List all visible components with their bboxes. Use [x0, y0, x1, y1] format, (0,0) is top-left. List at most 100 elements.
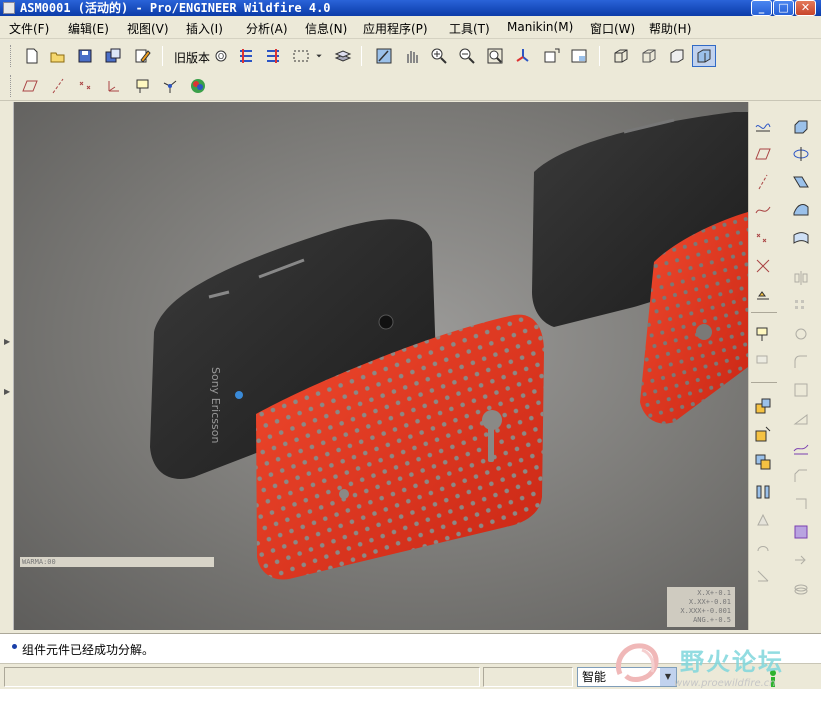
no-hidden-icon[interactable]: [665, 45, 689, 67]
regenerate-icon[interactable]: [234, 45, 258, 67]
zoom-in-icon[interactable]: [427, 45, 451, 67]
window-bottom-edge: [0, 689, 821, 705]
zoom-fit-icon[interactable]: [483, 45, 507, 67]
phone-brand-text: Sony Ericsson: [209, 367, 222, 443]
round-icon: [789, 350, 813, 374]
menu-help[interactable]: 帮助(H): [649, 20, 691, 37]
revolve-icon[interactable]: [789, 142, 813, 166]
orient-icon[interactable]: [511, 45, 535, 67]
boundary-icon[interactable]: [789, 226, 813, 250]
annotation-icon[interactable]: [751, 322, 775, 346]
spin-center-icon[interactable]: [158, 75, 182, 97]
menu-insert[interactable]: 插入(I): [186, 20, 223, 37]
svg-text:O: O: [218, 52, 224, 61]
repaint-icon[interactable]: [372, 45, 396, 67]
appearance-icon[interactable]: [186, 75, 210, 97]
expand-arrow-icon[interactable]: ▶: [4, 387, 10, 396]
datum-plane-display-icon[interactable]: [18, 75, 42, 97]
datum-axis-icon[interactable]: [751, 170, 775, 194]
menu-applications[interactable]: 应用程序(P): [363, 20, 428, 37]
datum-curve-icon[interactable]: [751, 198, 775, 222]
tolerance-line: ANG.+-0.5: [693, 616, 731, 624]
mirror-icon: [751, 508, 775, 532]
extrude-icon[interactable]: [789, 114, 813, 138]
point-display-icon[interactable]: [74, 75, 98, 97]
status-cell: [483, 667, 573, 687]
tolerance-table: X.X+-0.1 X.XX+-0.01 X.XXX+-0.001 ANG.+-0…: [667, 587, 735, 627]
right-toolbar: [748, 102, 821, 630]
hidden-line-icon[interactable]: [637, 45, 661, 67]
shading-icon[interactable]: [692, 45, 716, 67]
menu-analysis[interactable]: 分析(A): [246, 20, 288, 37]
datum-csys-icon[interactable]: [751, 254, 775, 278]
pattern-icon: [789, 294, 813, 318]
main-toolbar: 旧版本 O: [0, 41, 821, 71]
save-icon[interactable]: [73, 45, 97, 67]
graphics-viewport[interactable]: Sony Ericsson WARMA:00 X.X+-0.1 X.XX+-0.…: [14, 102, 748, 630]
menu-manikin[interactable]: Manikin(M): [507, 20, 573, 34]
explode-icon[interactable]: [751, 480, 775, 504]
pan-icon[interactable]: [400, 45, 424, 67]
zoom-out-icon[interactable]: [455, 45, 479, 67]
tolerance-line: X.X+-0.1: [697, 589, 731, 597]
rib-icon: [789, 406, 813, 430]
maximize-button[interactable]: □: [773, 0, 794, 16]
select-box-icon[interactable]: [289, 45, 313, 67]
filter-value: 智能: [582, 670, 607, 684]
datum-point-icon[interactable]: [751, 226, 775, 250]
menu-edit[interactable]: 编辑(E): [68, 20, 109, 37]
draft-icon[interactable]: [789, 436, 813, 460]
status-bar: 智能 ▼: [0, 663, 821, 689]
old-version-label[interactable]: 旧版本: [174, 49, 210, 66]
flip-icon: [751, 564, 775, 588]
chevron-down-icon[interactable]: ▼: [660, 668, 676, 686]
csys-display-icon[interactable]: [102, 75, 126, 97]
solidify-icon: [789, 548, 813, 572]
menu-info[interactable]: 信息(N): [305, 20, 347, 37]
open-file-icon[interactable]: [46, 45, 70, 67]
annotation-disabled-icon: [751, 350, 775, 374]
regen-status-icon: [770, 670, 776, 687]
save-copy-icon[interactable]: [101, 45, 125, 67]
saved-views-icon[interactable]: [540, 45, 564, 67]
wireframe-icon[interactable]: [609, 45, 633, 67]
status-cell: [4, 667, 480, 687]
minimize-button[interactable]: _: [751, 0, 772, 16]
left-collapse-strip[interactable]: ▶ ▶: [0, 102, 14, 630]
expand-arrow-icon[interactable]: ▶: [4, 337, 10, 346]
menu-file[interactable]: 文件(F): [9, 20, 49, 37]
selection-filter-select[interactable]: 智能 ▼: [577, 667, 677, 687]
menu-window[interactable]: 窗口(W): [590, 20, 635, 37]
sweep-icon[interactable]: [789, 170, 813, 194]
datum-axis-display-icon[interactable]: [46, 75, 70, 97]
package-icon[interactable]: [751, 450, 775, 474]
model-render: Sony Ericsson: [150, 112, 748, 580]
sketch-tool-icon[interactable]: [751, 114, 775, 138]
chevron-down-icon[interactable]: [313, 45, 325, 67]
new-file-icon[interactable]: [20, 45, 44, 67]
annotation-display-icon[interactable]: [131, 75, 155, 97]
assemble-icon[interactable]: [751, 394, 775, 418]
view-manager-icon[interactable]: [567, 45, 591, 67]
menu-tools[interactable]: 工具(T): [449, 20, 490, 37]
old-version-icon[interactable]: O: [209, 45, 233, 67]
datum-plane-icon[interactable]: [751, 142, 775, 166]
analysis-icon[interactable]: [751, 282, 775, 306]
create-component-icon[interactable]: [751, 422, 775, 446]
message-area: 组件元件已经成功分解。: [0, 633, 821, 663]
menu-view[interactable]: 视图(V): [127, 20, 169, 37]
mirror-feature-icon: [789, 266, 813, 290]
title-bar: ASM0001 (活动的) - Pro/ENGINEER Wildfire 4.…: [0, 0, 821, 16]
tolerance-line: X.XX+-0.01: [688, 598, 731, 606]
thicken-icon[interactable]: [789, 520, 813, 544]
merge-icon: [789, 576, 813, 600]
scale-text: WARMA:00: [22, 558, 56, 566]
window-title: ASM0001 (活动的) - Pro/ENGINEER Wildfire 4.…: [20, 1, 331, 15]
regenerate-manager-icon[interactable]: [261, 45, 285, 67]
toolbar-grip[interactable]: [10, 75, 13, 97]
edit-icon[interactable]: [130, 45, 154, 67]
toolbar-grip[interactable]: [10, 45, 13, 67]
layers-icon[interactable]: [331, 45, 355, 67]
blend-icon[interactable]: [789, 198, 813, 222]
close-button[interactable]: ✕: [795, 0, 816, 16]
